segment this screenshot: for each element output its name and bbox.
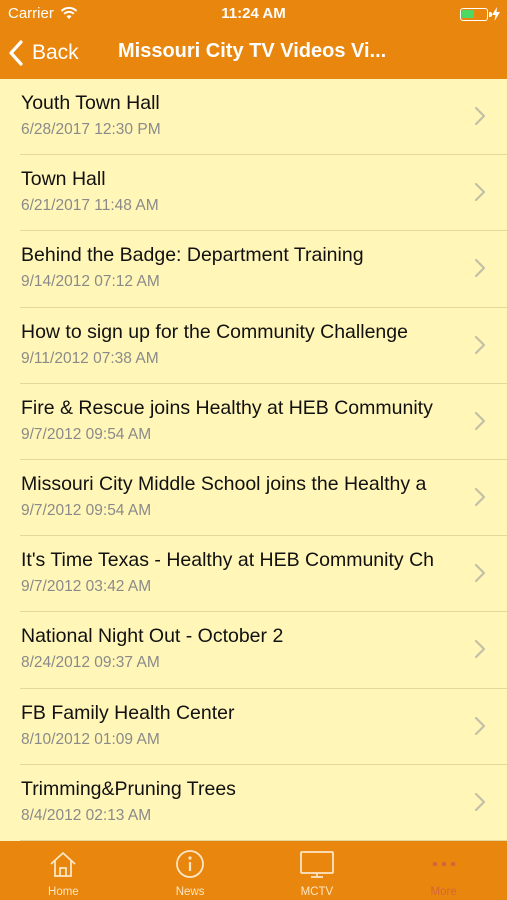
back-button[interactable]: Back xyxy=(8,38,79,68)
chevron-right-icon xyxy=(474,183,486,202)
list-item[interactable]: Town Hall 6/21/2017 11:48 AM xyxy=(0,155,507,232)
video-title: Missouri City Middle School joins the He… xyxy=(21,472,427,495)
chevron-right-icon xyxy=(474,716,486,735)
video-title: FB Family Health Center xyxy=(21,701,235,724)
info-icon xyxy=(176,850,205,878)
video-list: Youth Town Hall 6/28/2017 12:30 PM Town … xyxy=(0,79,507,841)
chevron-right-icon xyxy=(474,792,486,811)
video-title: Fire & Rescue joins Healthy at HEB Commu… xyxy=(21,396,433,419)
tab-label: More xyxy=(430,886,457,898)
video-date: 9/7/2012 09:54 AM xyxy=(21,501,152,519)
tab-label: Home xyxy=(48,886,79,898)
list-item[interactable]: Trimming&Pruning Trees 8/4/2012 02:13 AM xyxy=(0,765,507,841)
tab-label: MCTV xyxy=(300,886,334,898)
video-title: It's Time Texas - Healthy at HEB Communi… xyxy=(21,549,434,572)
more-icon xyxy=(432,861,455,867)
navigation-bar: Back Missouri City TV Videos Vi... xyxy=(0,28,507,79)
list-item[interactable]: How to sign up for the Community Challen… xyxy=(0,308,507,384)
clock: 11:24 AM xyxy=(221,5,286,22)
video-date: 8/10/2012 01:09 AM xyxy=(21,730,160,748)
chevron-right-icon xyxy=(474,564,486,583)
list-item[interactable]: FB Family Health Center 8/10/2012 01:09 … xyxy=(0,689,507,765)
page-title: Missouri City TV Videos Vi... xyxy=(118,40,387,62)
list-item[interactable]: Behind the Badge: Department Training 9/… xyxy=(0,231,507,308)
video-title: Youth Town Hall xyxy=(21,92,160,114)
back-label: Back xyxy=(32,41,79,64)
video-date: 6/28/2017 12:30 PM xyxy=(21,121,161,138)
list-item[interactable]: National Night Out - October 2 8/24/2012… xyxy=(0,612,507,689)
list-item[interactable]: Youth Town Hall 6/28/2017 12:30 PM xyxy=(0,79,507,156)
video-date: 9/11/2012 07:38 AM xyxy=(21,349,159,367)
chevron-right-icon xyxy=(474,411,486,430)
video-title: Trimming&Pruning Trees xyxy=(21,777,236,800)
video-date: 9/14/2012 07:12 AM xyxy=(21,273,160,291)
tab-home[interactable]: Home xyxy=(0,841,127,900)
tv-icon xyxy=(299,851,334,878)
video-date: 8/4/2012 02:13 AM xyxy=(21,806,152,824)
video-title: How to sign up for the Community Challen… xyxy=(21,320,408,343)
tab-mctv[interactable]: MCTV xyxy=(254,841,381,900)
video-date: 6/21/2017 11:48 AM xyxy=(21,197,159,215)
list-item[interactable]: Fire & Rescue joins Healthy at HEB Commu… xyxy=(0,384,507,461)
video-date: 9/7/2012 03:42 AM xyxy=(21,578,152,596)
video-title: Behind the Badge: Department Training xyxy=(21,244,364,267)
video-date: 9/7/2012 09:54 AM xyxy=(21,425,152,443)
top-bar: Carrier 11:24 AM Back Missouri City TV V… xyxy=(0,0,507,79)
chevron-right-icon xyxy=(474,640,486,659)
list-item[interactable]: Missouri City Middle School joins the He… xyxy=(0,460,507,537)
tab-more[interactable]: More xyxy=(380,841,507,900)
chevron-right-icon xyxy=(474,259,486,278)
status-bar: Carrier 11:24 AM xyxy=(0,0,507,28)
tab-bar: Home News MCTV More xyxy=(0,841,507,900)
chevron-right-icon xyxy=(474,335,486,354)
tab-label: News xyxy=(175,886,205,898)
list-item[interactable]: It's Time Texas - Healthy at HEB Communi… xyxy=(0,536,507,613)
chevron-right-icon xyxy=(474,106,486,126)
home-icon xyxy=(50,852,76,877)
charging-icon xyxy=(492,7,500,21)
video-date: 8/24/2012 09:37 AM xyxy=(21,654,160,672)
tab-news[interactable]: News xyxy=(127,841,254,900)
video-title: Town Hall xyxy=(21,168,106,191)
battery-icon xyxy=(460,8,492,21)
video-title: National Night Out - October 2 xyxy=(21,625,284,648)
chevron-right-icon xyxy=(474,487,486,507)
chevron-left-icon xyxy=(9,40,23,66)
